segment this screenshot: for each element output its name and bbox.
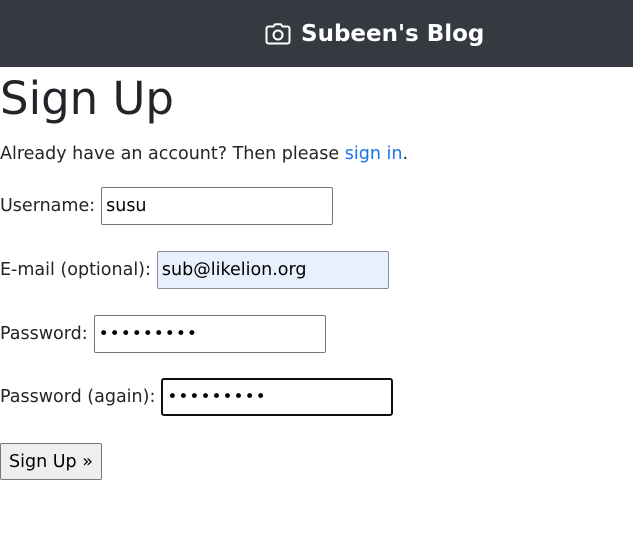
password-label: Password: — [0, 324, 88, 344]
navbar: Subeen's Blog — [0, 0, 633, 67]
password-again-row: Password (again): — [0, 378, 394, 416]
email-label: E-mail (optional): — [0, 260, 151, 280]
brand-link[interactable]: Subeen's Blog — [265, 18, 484, 50]
password-again-input[interactable] — [161, 378, 394, 416]
username-row: Username: — [0, 187, 334, 225]
page-title: Sign Up — [0, 72, 174, 125]
username-input[interactable] — [101, 187, 334, 225]
email-input[interactable] — [156, 251, 389, 289]
password-again-label: Password (again): — [0, 387, 156, 407]
password-input[interactable] — [93, 315, 326, 353]
password-row: Password: — [0, 315, 326, 353]
signup-button[interactable]: Sign Up » — [0, 443, 102, 480]
signin-link[interactable]: sign in — [345, 144, 403, 164]
email-row: E-mail (optional): — [0, 251, 389, 289]
camera-icon — [265, 23, 291, 45]
signin-prompt-suffix: . — [402, 144, 409, 164]
username-label: Username: — [0, 196, 96, 216]
signin-prompt-text: Already have an account? Then please — [0, 144, 345, 164]
brand-text: Subeen's Blog — [301, 21, 485, 47]
signin-prompt: Already have an account? Then please sig… — [0, 142, 408, 166]
